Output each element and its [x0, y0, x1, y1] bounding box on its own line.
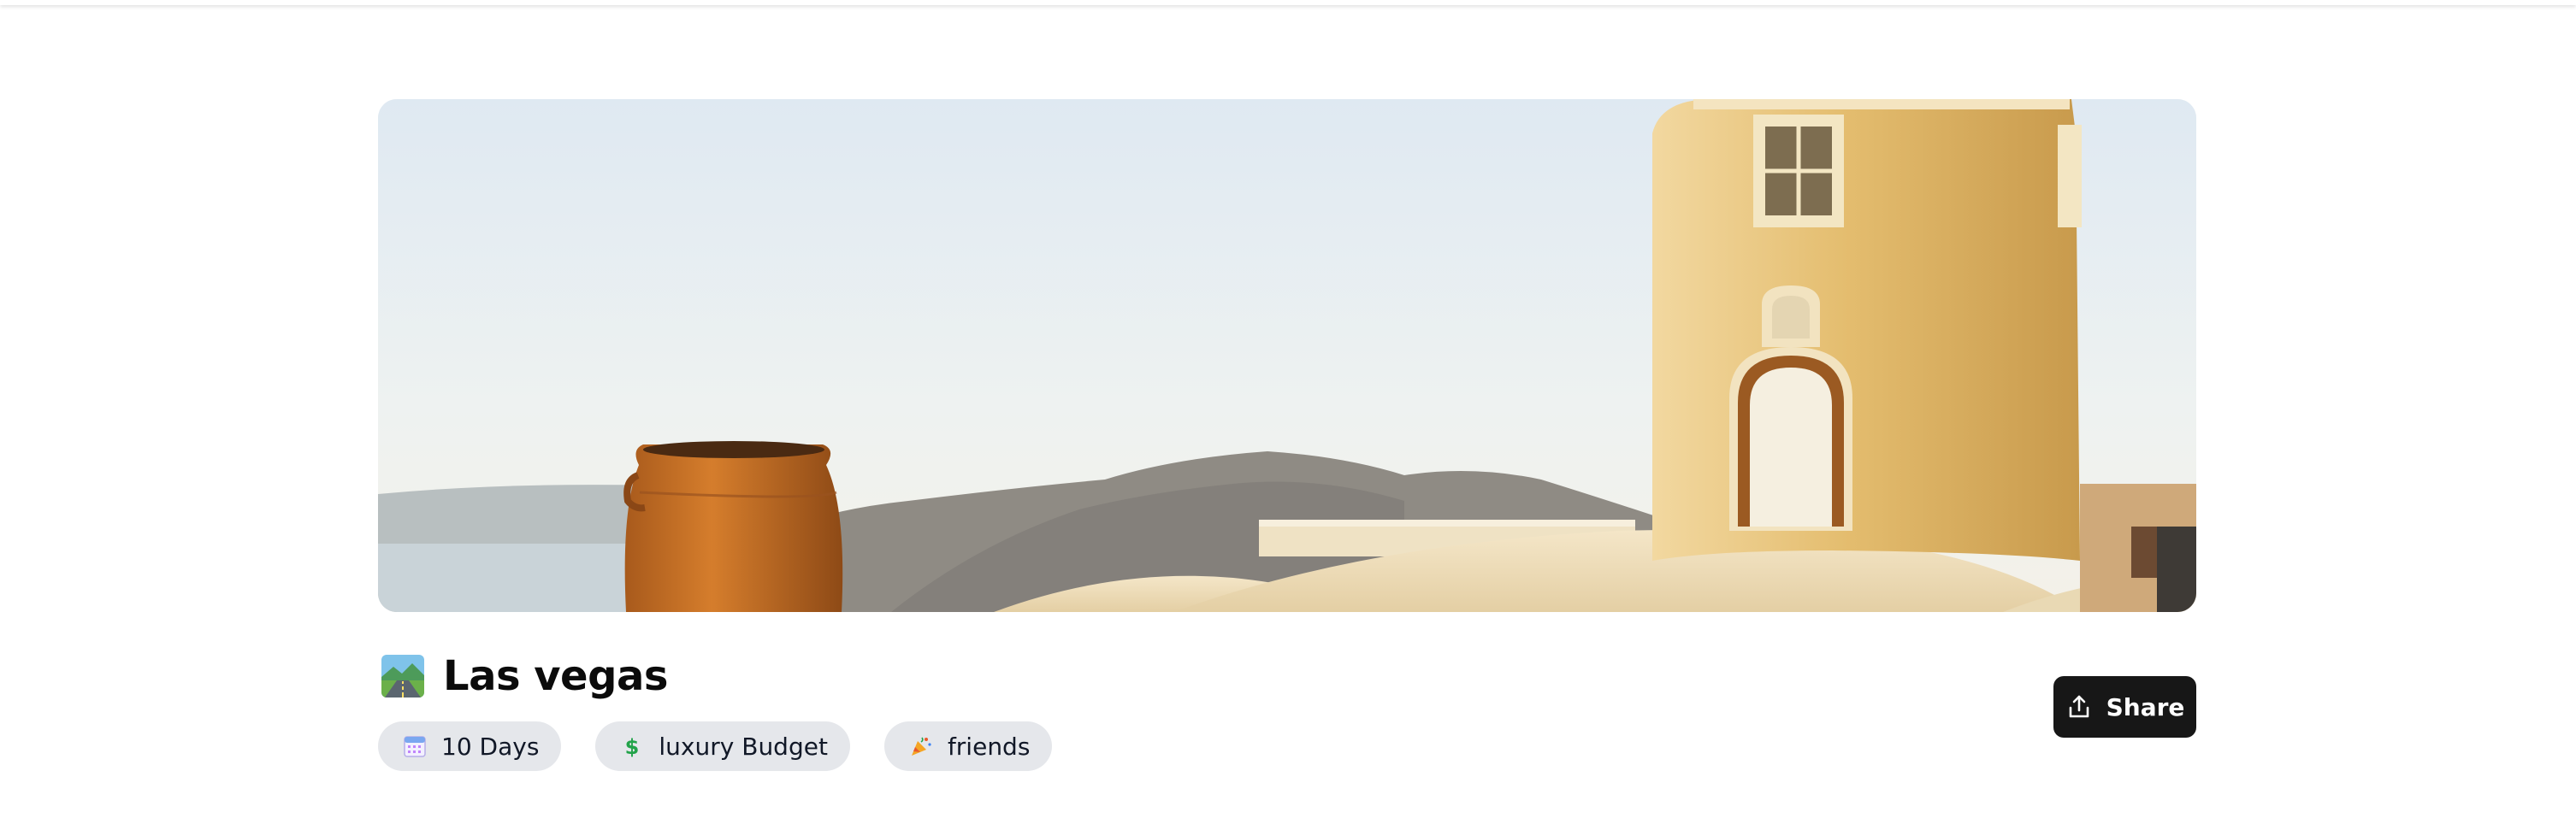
trip-title-row: Las vegas [381, 650, 668, 703]
share-button[interactable]: Share [2053, 676, 2196, 738]
tag-budget-label: luxury Budget [659, 732, 828, 761]
trip-hero-image [378, 99, 2196, 612]
trip-title: Las vegas [443, 652, 668, 700]
motorway-emoji-icon [381, 655, 424, 697]
tag-budget: $ luxury Budget [595, 721, 850, 771]
calendar-icon [402, 733, 428, 759]
svg-text:$: $ [625, 735, 640, 758]
tag-travelers: friends [883, 721, 1053, 771]
share-icon [2065, 693, 2093, 721]
tag-duration-label: 10 Days [441, 732, 540, 761]
party-popper-icon [908, 733, 934, 759]
top-header-bar [0, 0, 2576, 5]
trip-tags: 10 Days $ luxury Budget friends [378, 721, 1053, 772]
tag-duration: 10 Days [378, 721, 562, 771]
tag-travelers-label: friends [947, 732, 1031, 761]
dollar-sign-icon: $ [619, 733, 645, 759]
share-button-label: Share [2106, 692, 2185, 721]
